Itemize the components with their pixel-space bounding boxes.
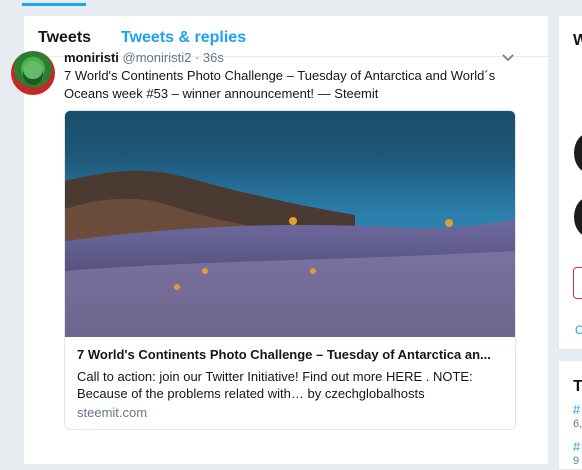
card-image-coral-reef xyxy=(65,111,515,337)
card-domain: steemit.com xyxy=(77,405,148,420)
tweet-text: 7 World's Continents Photo Challenge – T… xyxy=(64,68,496,101)
sidebar-card-title: W xyxy=(573,32,582,49)
trend-count: 9 xyxy=(573,455,580,467)
card-title[interactable]: 7 World's Continents Photo Challenge – T… xyxy=(77,347,507,362)
tweet-timestamp[interactable]: 36s xyxy=(203,50,224,65)
top-strip xyxy=(0,0,582,6)
tab-tweets[interactable]: Tweets xyxy=(38,29,91,47)
card-description: Call to action: join our Twitter Initiat… xyxy=(77,369,473,401)
trend-hashtag[interactable]: # xyxy=(573,439,580,454)
follow-button[interactable] xyxy=(573,267,582,299)
link-card[interactable]: 7 World's Continents Photo Challenge – T… xyxy=(64,110,516,430)
right-sidebar-card: W C xyxy=(558,15,582,350)
author-name[interactable]: moniristi xyxy=(64,50,119,65)
trend-hashtag[interactable]: # xyxy=(573,402,580,417)
tweet-header: moniristi @moniristi2 · 36s xyxy=(64,50,224,65)
tab-tweets-replies[interactable]: Tweets & replies xyxy=(121,29,246,47)
meta-separator: · xyxy=(191,50,203,65)
avatar[interactable] xyxy=(574,133,582,173)
avatar[interactable] xyxy=(11,51,55,95)
sidebar-link[interactable]: C xyxy=(575,323,582,337)
author-handle[interactable]: @moniristi2 xyxy=(123,50,192,65)
trends-title: T xyxy=(573,378,582,395)
avatar[interactable] xyxy=(574,197,582,237)
active-nav-underline xyxy=(22,3,86,6)
trend-count: 6, xyxy=(573,418,582,430)
trends-card: T # 6, # 9 xyxy=(558,360,582,470)
chevron-down-icon[interactable] xyxy=(502,52,514,64)
